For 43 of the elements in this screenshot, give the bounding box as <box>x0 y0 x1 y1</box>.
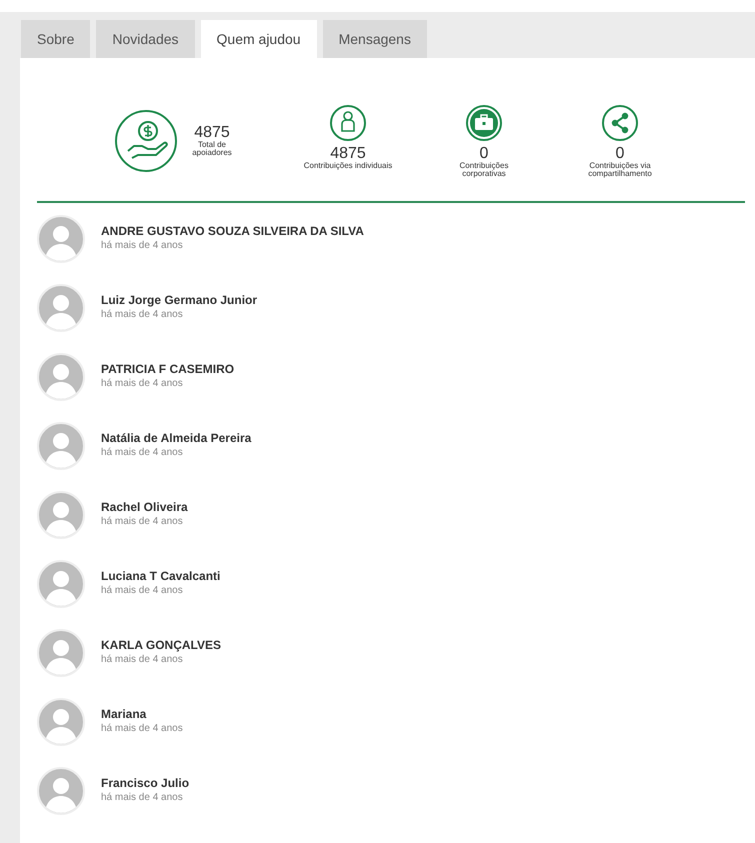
stat-label: Total de apoiadores <box>191 141 233 158</box>
stat-label: Contribuições individuais <box>304 162 392 170</box>
contribution-time: há mais de 4 anos <box>101 446 184 460</box>
avatar-icon <box>37 490 85 539</box>
avatar-icon <box>37 284 85 332</box>
supporter-name: Mariana <box>101 707 148 722</box>
stat-label: Contribuições via compartilhamento <box>587 162 653 179</box>
supporter-name: Rachel Oliveira <box>101 500 188 514</box>
tab[interactable]: Sobre <box>21 20 90 58</box>
contribution-time: há mais de 4 anos <box>101 791 184 806</box>
supporter-name: Luiz Jorge Germano Junior <box>101 293 258 308</box>
contribution-time: há mais de 4 anos <box>101 584 184 598</box>
person-icon <box>329 104 367 142</box>
money-hand-icon <box>114 109 178 174</box>
supporter-name: PATRICIA F CASEMIRO <box>101 362 234 376</box>
avatar-icon <box>37 560 85 608</box>
contribution-time: há mais de 4 anos <box>101 722 183 736</box>
avatar-icon <box>37 628 85 677</box>
contribution-time: há mais de 4 anos <box>101 653 184 668</box>
supporter-name: Francisco Julio <box>101 776 190 790</box>
share-icon <box>601 104 639 142</box>
contribution-time: há mais de 4 anos <box>101 377 184 392</box>
stat-value: 4875 <box>194 125 230 141</box>
stat-value: 0 <box>480 146 488 162</box>
supporter-name: Luciana T Cavalcanti <box>101 569 220 584</box>
avatar-icon <box>37 766 85 815</box>
tab[interactable]: Novidades <box>96 20 195 58</box>
tab[interactable]: Mensagens <box>322 20 427 58</box>
avatar-icon <box>37 422 85 470</box>
tab[interactable]: Quem ajudou <box>200 20 317 58</box>
contribution-time: há mais de 4 anos <box>101 515 184 530</box>
contribution-time: há mais de 4 anos <box>101 239 184 254</box>
contribution-time: há mais de 4 anos <box>101 308 184 322</box>
briefcase-icon <box>465 104 503 142</box>
avatar-icon <box>37 352 85 401</box>
avatar-icon <box>37 214 85 263</box>
stat-value: 4875 <box>330 146 366 162</box>
supporter-name: Natália de Almeida Pereira <box>101 431 252 446</box>
supporter-name: KARLA GONÇALVES <box>101 638 221 652</box>
stat-value: 0 <box>616 146 624 162</box>
stat-label: Contribuições corporativas <box>458 162 510 179</box>
avatar-icon <box>37 698 85 746</box>
supporter-name: ANDRE GUSTAVO SOUZA SILVEIRA DA SILVA <box>101 224 364 238</box>
